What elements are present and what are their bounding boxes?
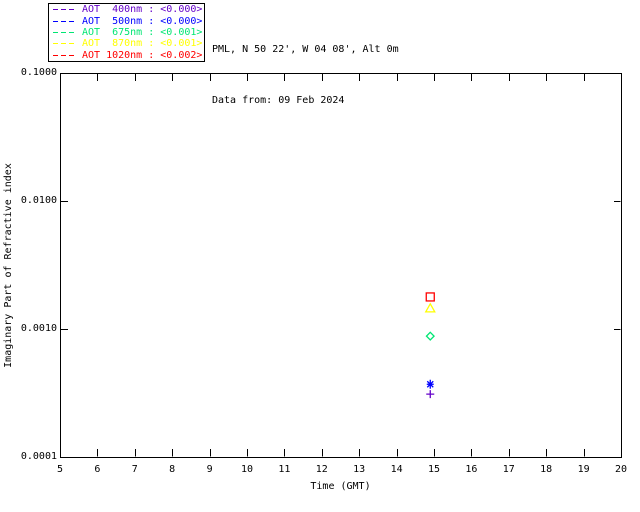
x-tick-label: 5 (56, 464, 64, 475)
data-point-asterisk (426, 379, 434, 389)
x-tick-label: 8 (169, 464, 176, 475)
y-tick-label: 0.0001 (20, 451, 57, 462)
plot-frame (60, 73, 622, 458)
y-tick-label: 0.0010 (20, 323, 57, 334)
x-tick-label: 17 (502, 464, 515, 475)
data-point-diamond (425, 331, 435, 341)
x-tick-label: 10 (240, 464, 254, 475)
x-tick-label: 12 (315, 464, 328, 475)
aot-refractive-index-plot: AOT 400nm : <0.000> AOT 500nm : <0.000> … (0, 0, 640, 512)
data-point-square (425, 292, 435, 302)
x-tick-label: 19 (577, 464, 590, 475)
x-tick-label: 11 (278, 464, 291, 475)
y-tick-label: 0.0100 (20, 195, 57, 206)
chart-canvas (60, 73, 622, 458)
x-tick-label: 18 (540, 464, 553, 475)
x-tick-label: 13 (353, 464, 366, 475)
data-point-triangle (424, 302, 436, 313)
x-tick-label: 15 (427, 464, 441, 475)
x-tick-label: 7 (131, 464, 138, 475)
data-point-plus (426, 390, 435, 399)
x-tick-label: 20 (614, 464, 628, 475)
x-tick-label: 9 (206, 464, 213, 475)
y-tick-label: 0.1000 (20, 67, 57, 78)
x-tick-label: 6 (94, 464, 101, 475)
x-tick-label: 14 (390, 464, 403, 475)
x-tick-label: 16 (465, 464, 478, 475)
